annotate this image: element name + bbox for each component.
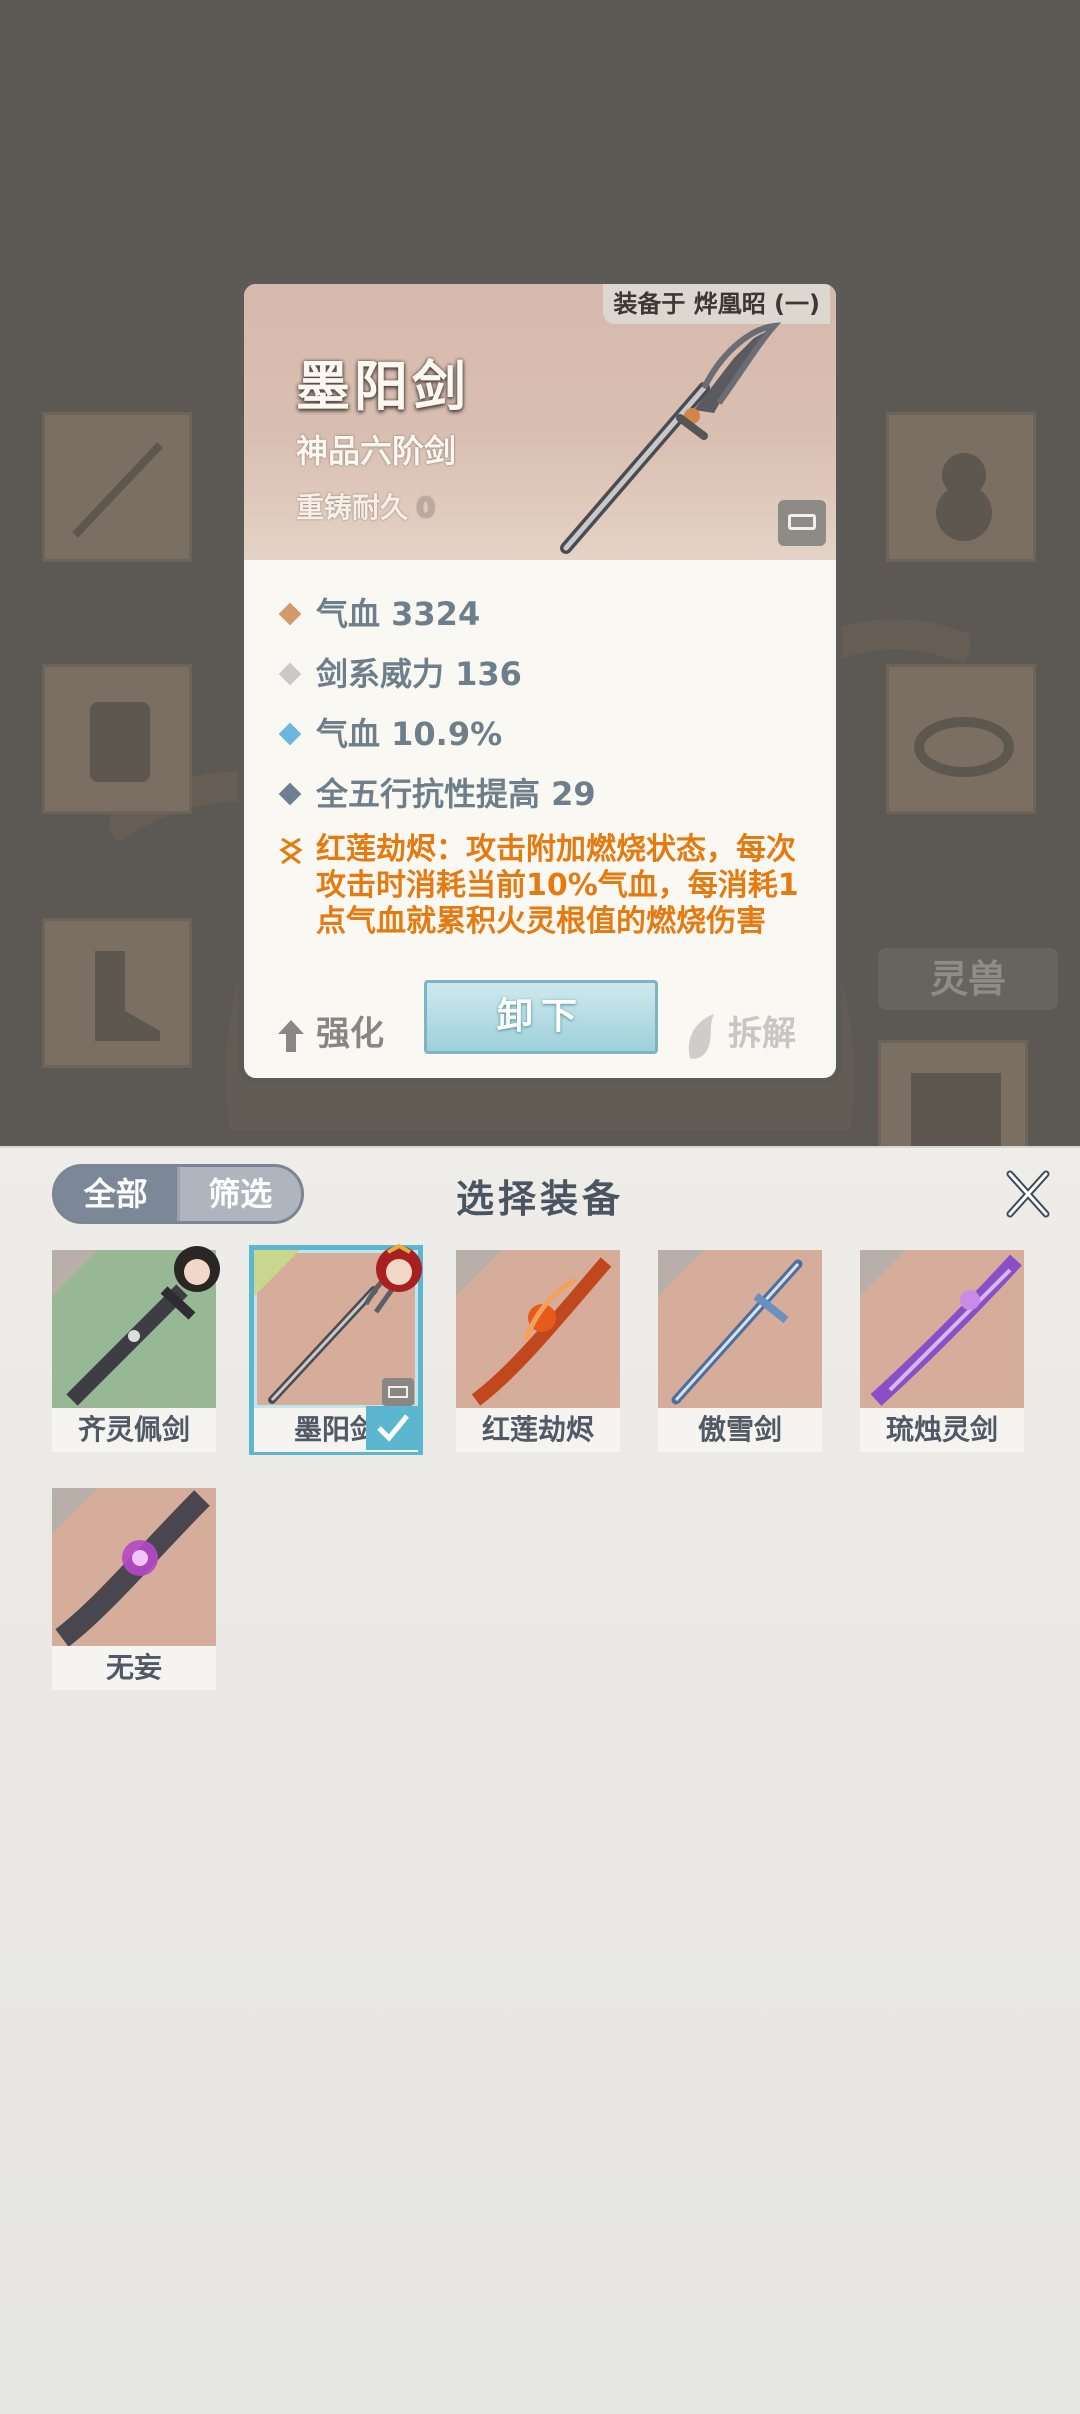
diamond-icon <box>278 782 302 806</box>
equipment-item[interactable]: 齐灵佩剑 <box>52 1246 220 1452</box>
tab-all[interactable]: 全部 <box>55 1167 180 1221</box>
stat-row: 剑系威力 136 <box>276 644 816 704</box>
item-thumbnail <box>52 1488 216 1646</box>
stat-row: 全五行抗性提高 29 <box>276 764 816 824</box>
strengthen-label: 强化 <box>316 1014 384 1054</box>
checkmark-icon <box>377 1414 409 1442</box>
item-thumbnail <box>456 1250 620 1408</box>
sword-illustration <box>560 322 782 554</box>
sword-type-badge-icon <box>456 1250 502 1296</box>
equipment-item[interactable]: 傲雪剑 <box>658 1250 822 1452</box>
close-icon[interactable] <box>1004 1168 1052 1220</box>
item-grade: 神品六阶剑 <box>296 432 457 470</box>
sword-type-badge-icon <box>52 1250 98 1296</box>
sword-type-badge-icon <box>658 1250 704 1296</box>
diamond-icon <box>278 602 302 626</box>
sword-type-badge-icon <box>254 1250 300 1296</box>
diamond-icon <box>278 722 302 746</box>
equipment-slot-bracelet[interactable] <box>886 664 1036 814</box>
stat-row: 气血 10.9% <box>276 704 816 764</box>
stat-text: 全五行抗性提高 29 <box>316 775 596 813</box>
selected-check <box>366 1406 418 1450</box>
item-thumbnail <box>658 1250 822 1408</box>
dismantle-label: 拆解 <box>728 1014 796 1054</box>
item-name-label: 傲雪剑 <box>658 1408 822 1452</box>
stats-list: 气血 3324 剑系威力 136 气血 10.9% 全五行抗性提高 29 红莲劫… <box>276 584 816 940</box>
stat-text: 剑系威力 136 <box>316 655 522 693</box>
character-avatar-icon <box>174 1246 220 1292</box>
filter-segment: 全部 筛选 <box>52 1164 304 1224</box>
unequip-button[interactable]: 卸下 <box>424 980 658 1054</box>
equipment-slot-weapon[interactable] <box>42 412 192 562</box>
sword-type-badge-icon <box>52 1488 98 1534</box>
item-name: 墨阳剑 <box>296 355 470 418</box>
equipment-item-selected[interactable]: 墨阳剑 <box>249 1244 423 1455</box>
character-avatar-icon <box>376 1244 422 1292</box>
item-name-label: 齐灵佩剑 <box>52 1408 216 1452</box>
item-thumbnail <box>860 1250 1024 1408</box>
dismantle-button[interactable]: 拆解 <box>684 1006 796 1060</box>
tab-filter[interactable]: 筛选 <box>179 1167 301 1221</box>
stat-text: 气血 3324 <box>316 595 481 633</box>
dismantle-icon <box>688 1013 714 1059</box>
equipment-item[interactable]: 无妄 <box>52 1488 216 1690</box>
equipment-detail-card: 装备于 烨凰昭 (一) 墨阳剑 神品六阶剑 重铸耐久 0 气血 3324 剑系威力… <box>238 278 842 1084</box>
card-actions: 强化 卸下 拆解 <box>244 974 836 1074</box>
sword-type-badge-icon <box>860 1250 906 1296</box>
diamond-icon <box>278 662 302 686</box>
spirit-beast-tab[interactable]: 灵兽 <box>878 948 1058 1010</box>
durability-value: 0 <box>416 491 436 524</box>
card-header: 装备于 烨凰昭 (一) 墨阳剑 神品六阶剑 重铸耐久 0 <box>244 284 836 560</box>
equipment-select-panel: 选择装备 全部 筛选 齐灵佩剑 墨阳剑 红莲劫烬 傲雪剑 琉烛灵剑 无妄 <box>0 1146 1080 2414</box>
item-name-label: 无妄 <box>52 1646 216 1690</box>
equipment-slot-boots[interactable] <box>42 918 192 1068</box>
equipment-slot-armor[interactable] <box>42 664 192 814</box>
durability-label: 重铸耐久 <box>296 491 409 524</box>
skill-text: 红莲劫烬：攻击附加燃烧状态，每次攻击时消耗当前10%气血，每消耗1点气血就累积火… <box>316 832 799 939</box>
fire-rune-icon <box>279 837 303 865</box>
stat-text: 气血 10.9% <box>316 715 503 753</box>
lock-icon <box>382 1378 414 1406</box>
lock-icon[interactable] <box>778 500 826 546</box>
skill-description: 红莲劫烬：攻击附加燃烧状态，每次攻击时消耗当前10%气血，每消耗1点气血就累积火… <box>276 832 816 940</box>
strengthen-button[interactable]: 强化 <box>276 1006 384 1055</box>
arrow-up-icon <box>278 1019 304 1052</box>
item-name-label: 红莲劫烬 <box>456 1408 620 1452</box>
equipment-item[interactable]: 红莲劫烬 <box>456 1250 620 1452</box>
stat-row: 气血 3324 <box>276 584 816 644</box>
equipment-slot-gourd[interactable] <box>886 412 1036 562</box>
item-name-label: 琉烛灵剑 <box>860 1408 1024 1452</box>
reforge-durability: 重铸耐久 0 <box>296 486 436 526</box>
equipment-item[interactable]: 琉烛灵剑 <box>860 1250 1024 1452</box>
